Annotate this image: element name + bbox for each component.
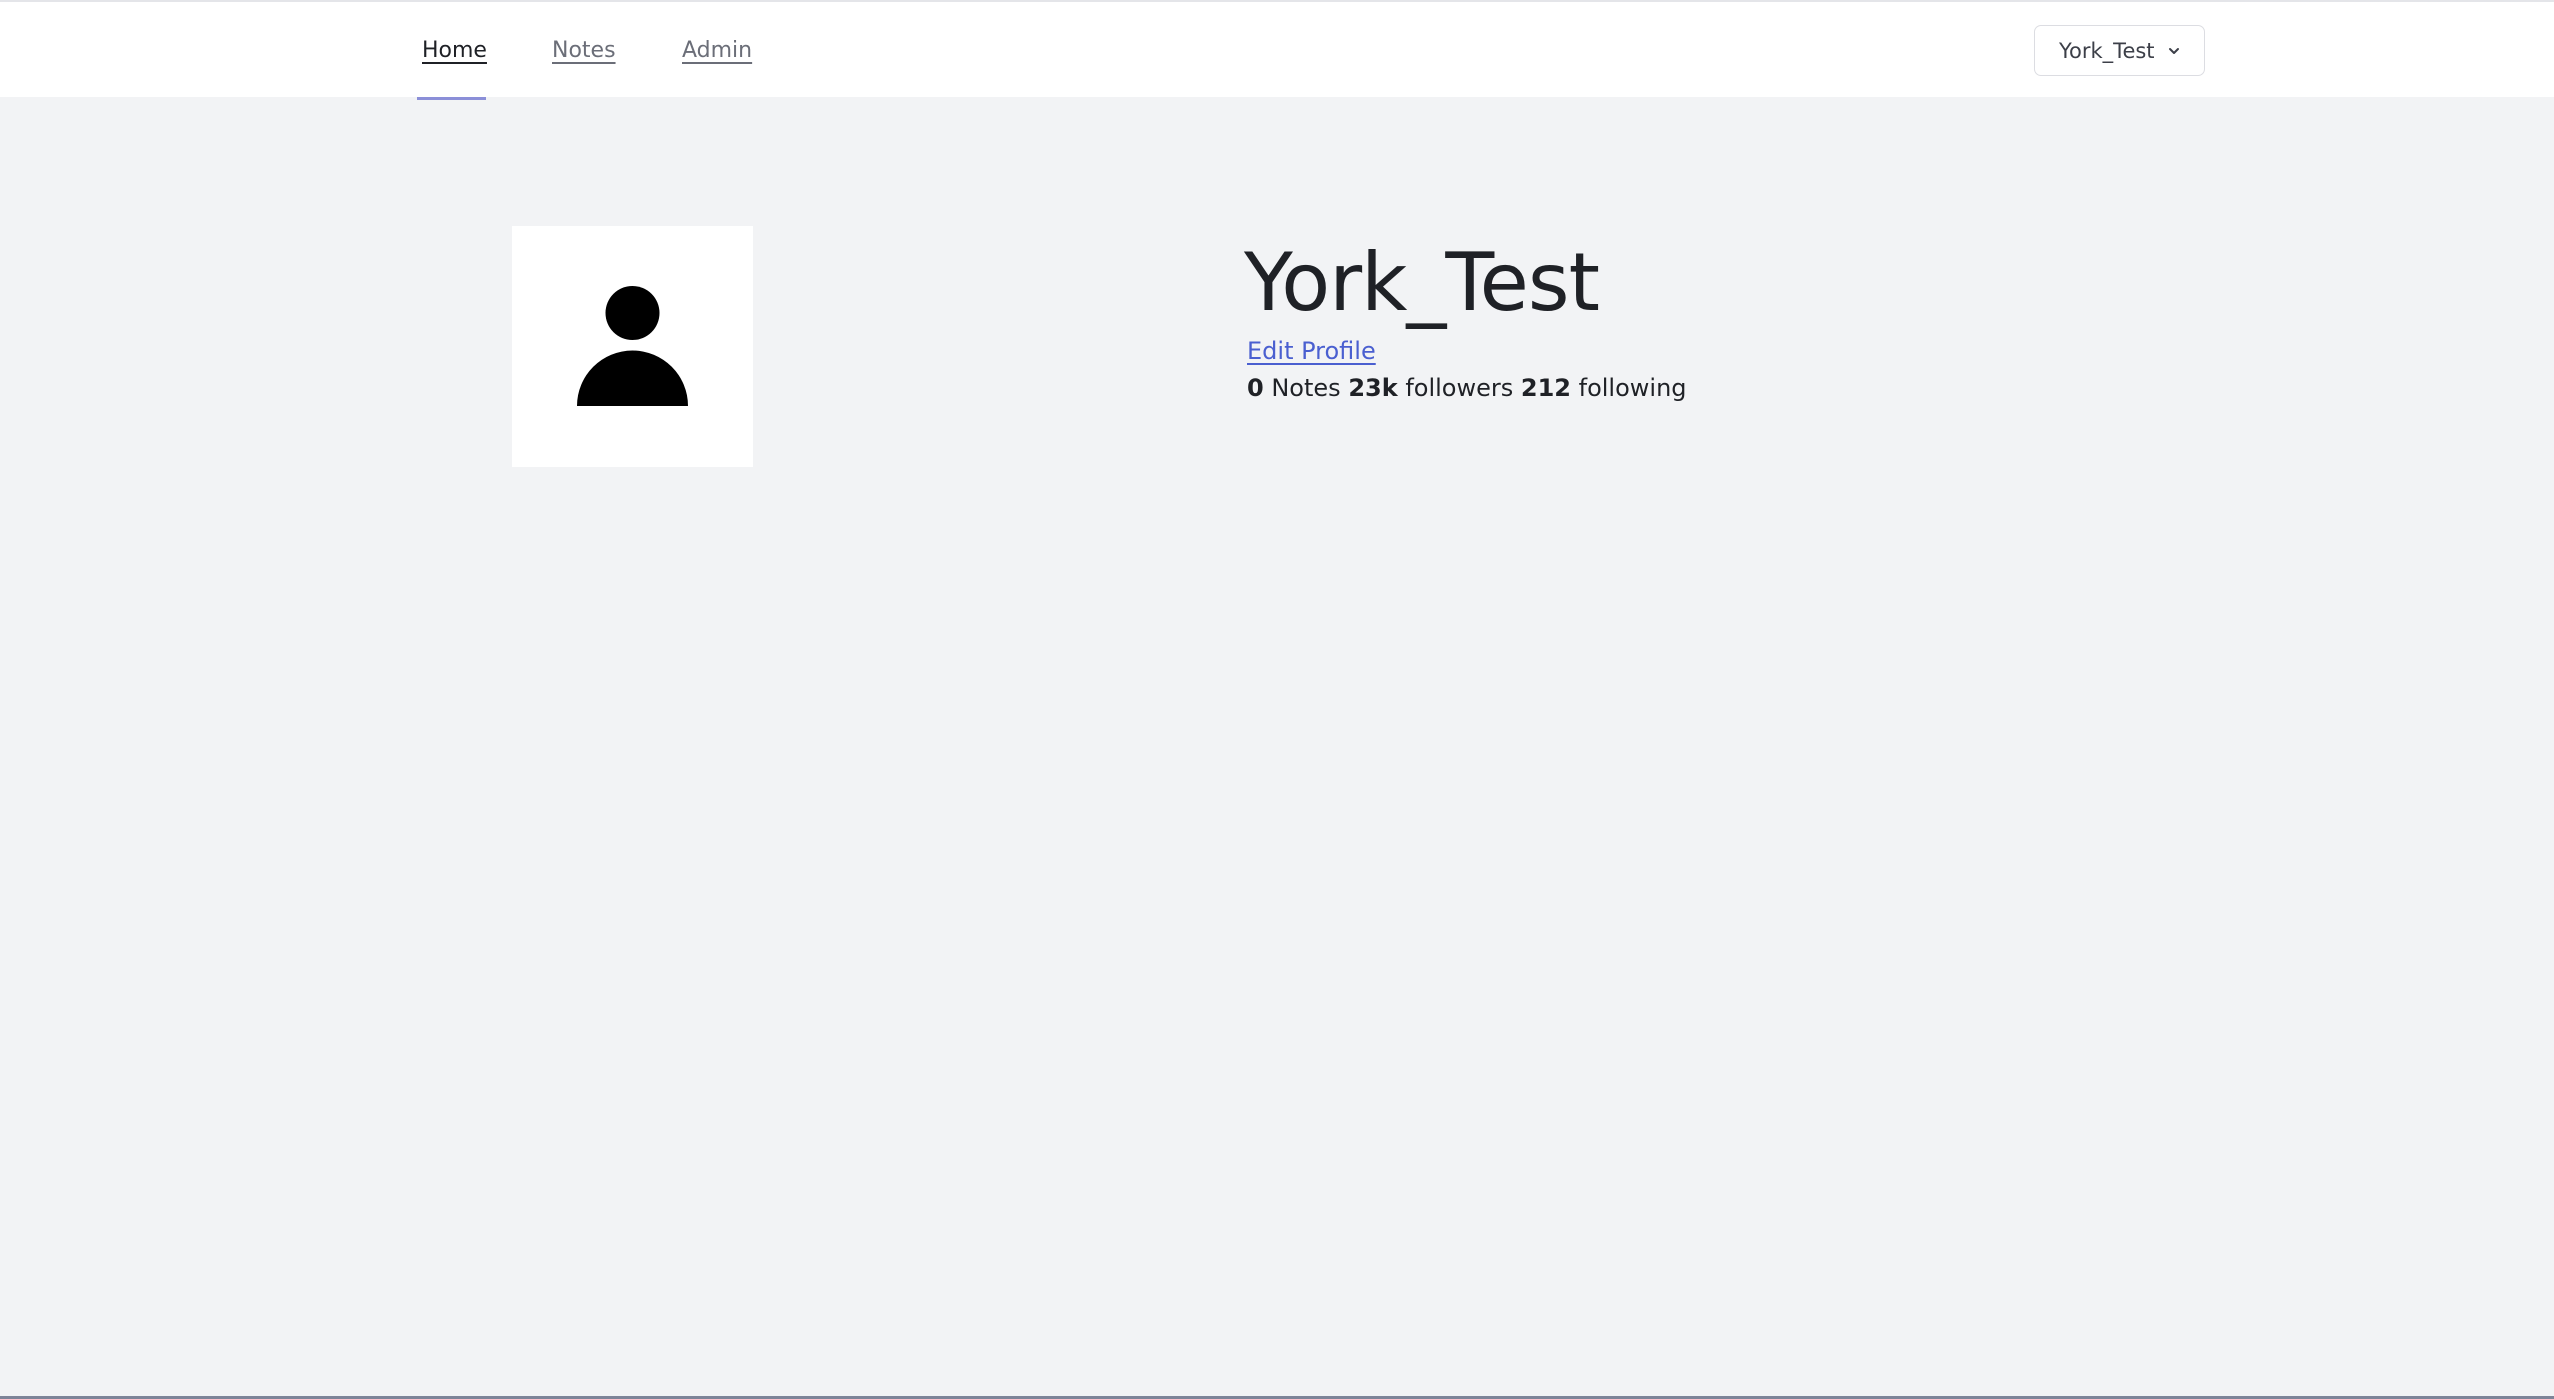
edit-profile-link[interactable]: Edit Profile (1247, 337, 1376, 365)
chevron-down-icon (2167, 44, 2181, 58)
following-label: following (1578, 374, 1687, 402)
nav-notes-link[interactable]: Notes (552, 38, 616, 63)
followers-label: followers (1405, 374, 1514, 402)
user-avatar-icon (577, 286, 688, 406)
profile-stats: 0 Notes 23k followers 212 following (1247, 374, 1687, 402)
top-nav-bar: Home Notes Admin York_Test (0, 0, 2554, 100)
user-menu-button[interactable]: York_Test (2034, 25, 2205, 76)
user-menu-label: York_Test (2059, 38, 2155, 63)
followers-count: 23k (1348, 374, 1398, 402)
active-tab-indicator (417, 97, 486, 100)
nav-admin-link[interactable]: Admin (682, 38, 752, 63)
notes-label: Notes (1271, 374, 1341, 402)
notes-count: 0 (1247, 374, 1264, 402)
profile-name: York_Test (1244, 236, 1600, 329)
following-count: 212 (1520, 374, 1571, 402)
avatar (512, 226, 753, 467)
nav-home-link[interactable]: Home (422, 38, 487, 63)
